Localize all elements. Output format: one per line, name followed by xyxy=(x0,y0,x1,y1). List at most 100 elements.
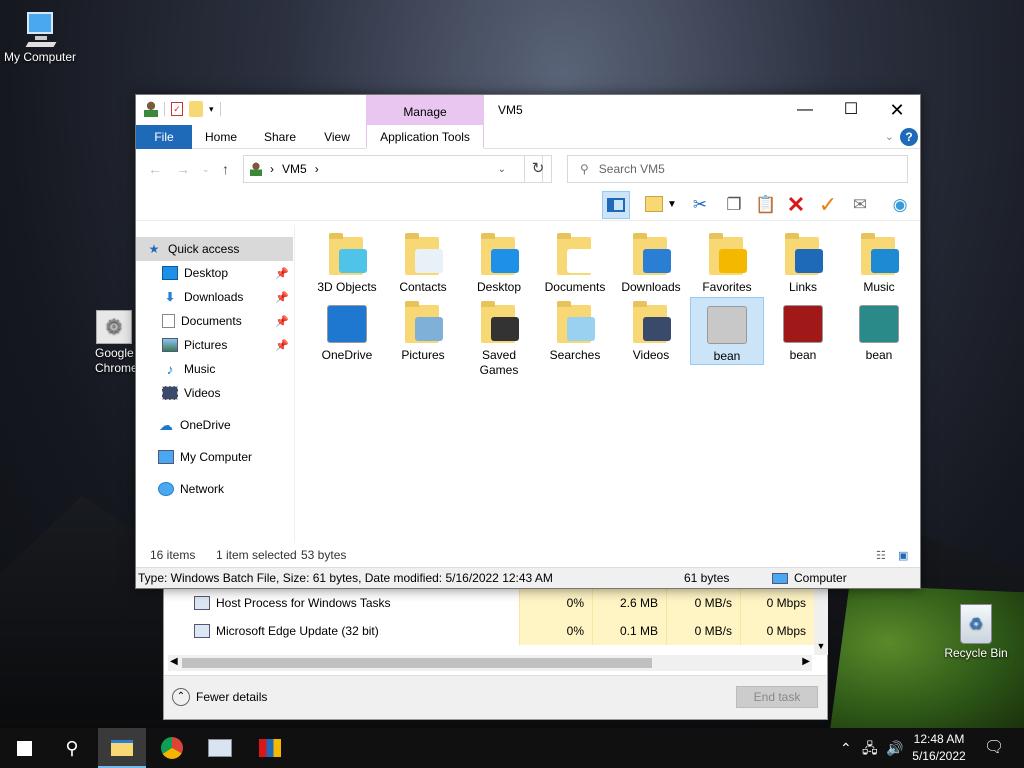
nav-videos[interactable]: Videos xyxy=(136,381,293,405)
checkmark-icon[interactable]: ✓ xyxy=(814,191,842,219)
task-row[interactable]: Microsoft Edge Update (32 bit) 0% 0.1 MB… xyxy=(164,617,814,645)
disk-cell: 0 MB/s xyxy=(666,589,740,617)
3d-objects-folder-icon xyxy=(323,231,371,279)
desktop-icon-my-computer[interactable]: My Computer xyxy=(2,10,78,65)
nav-pictures[interactable]: Pictures 📌 xyxy=(136,333,293,357)
close-icon[interactable]: ✕ xyxy=(874,95,920,125)
file-item[interactable]: Saved Games xyxy=(462,297,536,377)
vertical-scrollbar[interactable]: ▼ xyxy=(814,589,828,655)
address-bar[interactable]: › VM5 › ⌄ xyxy=(243,155,543,183)
scroll-left-icon[interactable]: ◀ xyxy=(170,656,178,667)
up-arrow-icon[interactable]: ↑ xyxy=(222,161,229,177)
task-row[interactable]: Host Process for Windows Tasks 0% 2.6 MB… xyxy=(164,589,814,617)
user-folder-icon[interactable] xyxy=(144,101,158,117)
manage-context-tab[interactable]: Manage xyxy=(366,95,484,125)
file-item[interactable]: 3D Objects xyxy=(310,229,384,294)
tab-home[interactable]: Home xyxy=(198,125,244,149)
large-icons-view-icon[interactable]: ▣ xyxy=(898,549,908,562)
expand-ribbon-icon[interactable]: ⌄ xyxy=(885,130,894,143)
back-arrow-icon[interactable]: ← xyxy=(148,161,162,177)
nav-documents[interactable]: Documents 📌 xyxy=(136,309,293,333)
file-item[interactable]: Favorites xyxy=(690,229,764,294)
file-item[interactable]: Pictures xyxy=(386,297,460,365)
customize-toolbar-icon[interactable]: ▾ xyxy=(209,104,214,115)
maximize-icon[interactable]: ☐ xyxy=(828,95,874,125)
breadcrumb-separator: › xyxy=(314,162,319,176)
address-dropdown-icon[interactable]: ⌄ xyxy=(498,164,506,175)
paste-icon[interactable]: 📋 xyxy=(752,191,780,219)
refresh-icon[interactable]: ↻ xyxy=(524,155,552,183)
copy-icon[interactable]: ❐ xyxy=(720,191,748,219)
nav-network[interactable]: Network xyxy=(136,477,293,501)
properties-icon[interactable]: ✓ xyxy=(171,102,183,116)
desktop-icon-recycle-bin[interactable]: ♻ Recycle Bin xyxy=(940,604,1012,661)
contacts-folder-icon xyxy=(399,231,447,279)
clock[interactable]: 12:48 AM 5/16/2022 xyxy=(908,731,970,765)
scrollbar-thumb[interactable] xyxy=(182,658,652,668)
nav-my-computer[interactable]: My Computer xyxy=(136,445,293,469)
tab-share[interactable]: Share xyxy=(256,125,304,149)
nav-label: My Computer xyxy=(180,450,253,464)
breadcrumb-vm5[interactable]: VM5 xyxy=(282,162,307,176)
searches-folder-icon xyxy=(551,299,599,347)
file-item[interactable]: Videos xyxy=(614,297,688,365)
shell-icon[interactable]: ◉ xyxy=(886,191,914,219)
scroll-right-icon[interactable]: ▶ xyxy=(802,656,810,667)
new-folder-icon[interactable] xyxy=(189,101,203,117)
volume-icon[interactable]: 🔊 xyxy=(886,728,903,768)
task-manager-icon[interactable] xyxy=(196,728,244,768)
forward-arrow-icon[interactable]: → xyxy=(176,161,190,177)
email-icon[interactable]: ✉ xyxy=(846,191,874,219)
tab-view[interactable]: View xyxy=(314,125,360,149)
view-dropdown-icon[interactable]: ▼ xyxy=(664,191,680,219)
preview-pane-icon[interactable] xyxy=(602,191,630,219)
pin-icon[interactable]: 📌 xyxy=(275,267,289,280)
clock-time: 12:48 AM xyxy=(913,732,965,746)
nav-onedrive[interactable]: ☁ OneDrive xyxy=(136,413,293,437)
pin-icon[interactable]: 📌 xyxy=(275,339,289,352)
horizontal-scrollbar[interactable]: ◀ ▶ xyxy=(168,655,812,671)
search-input[interactable]: ⚲ Search VM5 xyxy=(567,155,908,183)
minimize-icon[interactable]: — xyxy=(782,95,828,125)
file-label: Pictures xyxy=(401,348,445,362)
cut-icon[interactable]: ✂ xyxy=(686,191,714,219)
file-item[interactable]: Documents xyxy=(538,229,612,294)
file-item[interactable]: Searches xyxy=(538,297,612,365)
chevron-up-icon: ⌃ xyxy=(172,688,190,706)
file-item[interactable]: bean xyxy=(690,297,764,365)
delete-icon[interactable]: ✕ xyxy=(782,191,810,219)
file-item[interactable]: OneDrive xyxy=(310,297,384,365)
recent-locations-icon[interactable]: ⌄ xyxy=(202,164,210,175)
favorites-folder-icon xyxy=(703,231,751,279)
process-name: Host Process for Windows Tasks xyxy=(216,596,391,610)
notifications-icon[interactable]: 🗨 xyxy=(984,728,1004,768)
network-tray-icon[interactable]: 🖧 xyxy=(862,728,878,768)
show-hidden-icons-icon[interactable]: ⌃ xyxy=(840,728,852,768)
nav-quick-access[interactable]: ★ Quick access xyxy=(136,237,293,261)
pin-icon[interactable]: 📌 xyxy=(275,315,289,328)
nav-downloads[interactable]: ⬇ Downloads 📌 xyxy=(136,285,293,309)
app-icon[interactable] xyxy=(246,728,294,768)
file-item[interactable]: bean xyxy=(842,297,916,365)
file-item[interactable]: Music xyxy=(842,229,916,294)
file-explorer-taskbar-icon[interactable] xyxy=(98,728,146,768)
file-item[interactable]: Downloads xyxy=(614,229,688,294)
tab-application-tools[interactable]: Application Tools xyxy=(366,125,484,149)
file-item[interactable]: Contacts xyxy=(386,229,460,294)
help-icon[interactable]: ? xyxy=(900,128,918,146)
file-item[interactable]: Links xyxy=(766,229,840,294)
file-item[interactable]: bean xyxy=(766,297,840,365)
tab-file[interactable]: File xyxy=(136,125,192,149)
fewer-details-button[interactable]: ⌃ Fewer details xyxy=(172,688,267,706)
pin-icon[interactable]: 📌 xyxy=(275,291,289,304)
file-item[interactable]: Desktop xyxy=(462,229,536,294)
start-button[interactable] xyxy=(0,728,48,768)
details-view-icon[interactable]: ☷ xyxy=(876,549,886,562)
search-icon[interactable]: ⚲ xyxy=(48,728,96,768)
chrome-icon[interactable] xyxy=(148,728,196,768)
nav-music[interactable]: ♪ Music xyxy=(136,357,293,381)
end-task-button[interactable]: End task xyxy=(736,686,818,708)
taskbar: ⚲ ⌃ 🖧 🔊 12:48 AM 5/16/2022 🗨 xyxy=(0,728,1024,768)
file-thumbnail xyxy=(783,305,823,343)
nav-desktop[interactable]: Desktop 📌 xyxy=(136,261,293,285)
